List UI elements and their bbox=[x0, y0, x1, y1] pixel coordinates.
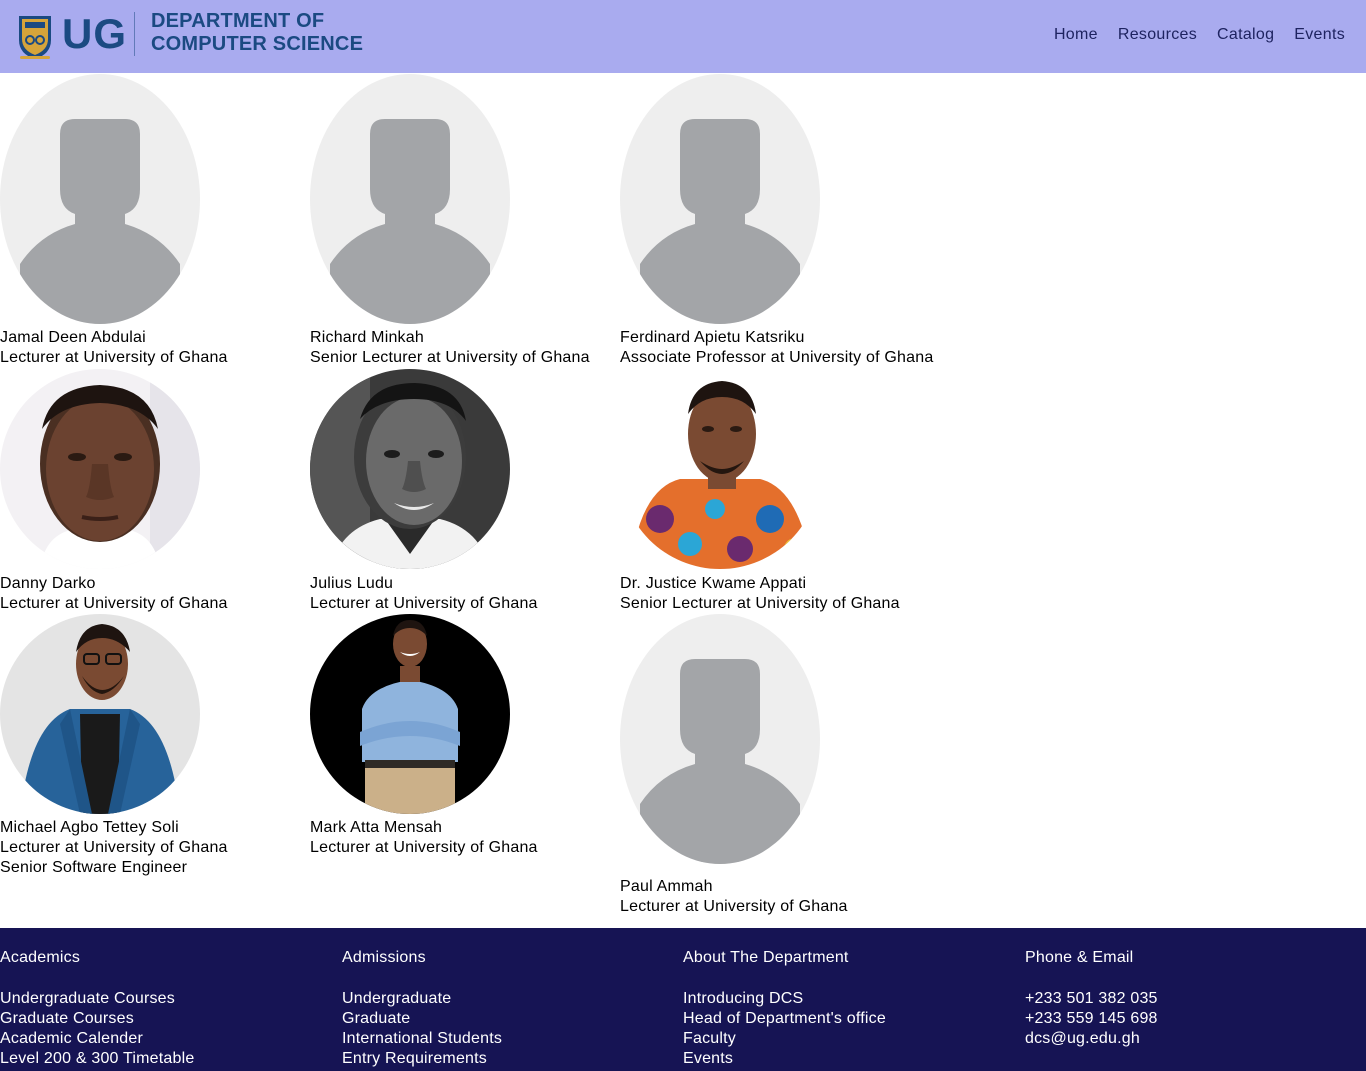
logo-divider bbox=[134, 12, 135, 56]
faculty-photo bbox=[620, 369, 820, 569]
faculty-card: Paul Ammah Lecturer at University of Gha… bbox=[620, 614, 930, 917]
nav-resources[interactable]: Resources bbox=[1118, 26, 1197, 44]
placeholder-avatar-icon bbox=[620, 74, 820, 324]
faculty-role: Lecturer at University of Ghana bbox=[0, 595, 228, 612]
placeholder-avatar-icon bbox=[0, 74, 200, 324]
footer-link-graduate-courses[interactable]: Graduate Courses bbox=[0, 1009, 330, 1029]
faculty-name: Julius Ludu bbox=[310, 575, 394, 592]
faculty-role: Associate Professor at University of Gha… bbox=[620, 349, 934, 366]
dept-line-2: COMPUTER SCIENCE bbox=[151, 33, 364, 55]
footer-link-introducing-dcs[interactable]: Introducing DCS bbox=[683, 989, 1013, 1009]
faculty-name: Michael Agbo Tettey Soli bbox=[0, 819, 179, 836]
footer-admissions: Admissions Undergraduate Graduate Intern… bbox=[342, 948, 672, 1069]
footer-link-undergraduate-courses[interactable]: Undergraduate Courses bbox=[0, 989, 330, 1009]
footer-phone-2: +233 559 145 698 bbox=[1025, 1010, 1158, 1027]
placeholder-avatar-icon bbox=[620, 614, 820, 864]
footer-link-events[interactable]: Events bbox=[683, 1049, 1013, 1069]
site-header: UG DEPARTMENT OF COMPUTER SCIENCE Home R… bbox=[0, 0, 1366, 73]
footer-about-title: About The Department bbox=[683, 949, 849, 966]
nav-catalog[interactable]: Catalog bbox=[1217, 26, 1274, 44]
nav-events[interactable]: Events bbox=[1294, 26, 1345, 44]
main-nav: Home Resources Catalog Events bbox=[1054, 26, 1345, 44]
faculty-card: Julius Ludu Lecturer at University of Gh… bbox=[310, 369, 620, 614]
faculty-role: Senior Lecturer at University of Ghana bbox=[310, 349, 590, 366]
faculty-role: Lecturer at University of Ghana bbox=[310, 595, 538, 612]
faculty-card: Dr. Justice Kwame Appati Senior Lecturer… bbox=[620, 369, 930, 614]
footer-link-international-students[interactable]: International Students bbox=[342, 1029, 672, 1049]
faculty-card: Richard Minkah Senior Lecturer at Univer… bbox=[310, 74, 620, 368]
faculty-photo bbox=[310, 369, 510, 569]
footer-contact: Phone & Email +233 501 382 035 +233 559 … bbox=[1025, 948, 1355, 1049]
footer-admissions-title: Admissions bbox=[342, 949, 426, 966]
placeholder-avatar-icon bbox=[310, 74, 510, 324]
faculty-card: Michael Agbo Tettey Soli Lecturer at Uni… bbox=[0, 614, 310, 878]
faculty-name: Paul Ammah bbox=[620, 878, 713, 895]
faculty-card: Ferdinard Apietu Katsriku Associate Prof… bbox=[620, 74, 934, 368]
faculty-name: Ferdinard Apietu Katsriku bbox=[620, 329, 805, 346]
faculty-name: Jamal Deen Abdulai bbox=[0, 329, 146, 346]
footer-about: About The Department Introducing DCS Hea… bbox=[683, 948, 1013, 1069]
logo-department-name: DEPARTMENT OF COMPUTER SCIENCE bbox=[151, 10, 411, 56]
faculty-card: Jamal Deen Abdulai Lecturer at Universit… bbox=[0, 74, 310, 368]
site-footer: Academics Undergraduate Courses Graduate… bbox=[0, 928, 1366, 1071]
faculty-photo bbox=[0, 614, 200, 814]
faculty-photo bbox=[0, 369, 200, 569]
faculty-name: Mark Atta Mensah bbox=[310, 819, 443, 836]
footer-contact-title: Phone & Email bbox=[1025, 949, 1134, 966]
ug-crest-icon bbox=[19, 16, 51, 59]
footer-link-academic-calender[interactable]: Academic Calender bbox=[0, 1029, 330, 1049]
footer-academics-title: Academics bbox=[0, 949, 81, 966]
faculty-role-secondary: Senior Software Engineer bbox=[0, 859, 188, 876]
faculty-role: Lecturer at University of Ghana bbox=[310, 839, 538, 856]
faculty-name: Richard Minkah bbox=[310, 329, 424, 346]
faculty-card: Mark Atta Mensah Lecturer at University … bbox=[310, 614, 620, 858]
nav-home[interactable]: Home bbox=[1054, 26, 1098, 44]
footer-link-hod-office[interactable]: Head of Department's office bbox=[683, 1009, 1013, 1029]
dept-line-1: DEPARTMENT OF bbox=[151, 10, 325, 32]
site-logo[interactable]: UG DEPARTMENT OF COMPUTER SCIENCE bbox=[16, 10, 363, 62]
faculty-role: Lecturer at University of Ghana bbox=[0, 839, 228, 856]
faculty-role: Lecturer at University of Ghana bbox=[0, 349, 228, 366]
footer-link-timetable[interactable]: Level 200 & 300 Timetable bbox=[0, 1049, 330, 1069]
footer-phone-1: +233 501 382 035 bbox=[1025, 990, 1158, 1007]
faculty-card: Danny Darko Lecturer at University of Gh… bbox=[0, 369, 310, 614]
footer-link-entry-requirements[interactable]: Entry Requirements bbox=[342, 1049, 672, 1069]
footer-academics: Academics Undergraduate Courses Graduate… bbox=[0, 948, 330, 1069]
logo-ug-text: UG bbox=[62, 10, 127, 57]
faculty-role: Lecturer at University of Ghana bbox=[620, 898, 848, 915]
faculty-name: Dr. Justice Kwame Appati bbox=[620, 575, 807, 592]
faculty-photo bbox=[310, 614, 510, 814]
footer-link-undergraduate[interactable]: Undergraduate bbox=[342, 989, 672, 1009]
footer-link-faculty[interactable]: Faculty bbox=[683, 1029, 1013, 1049]
faculty-name: Danny Darko bbox=[0, 575, 96, 592]
footer-link-graduate[interactable]: Graduate bbox=[342, 1009, 672, 1029]
footer-email-link[interactable]: dcs@ug.edu.gh bbox=[1025, 1029, 1355, 1049]
faculty-role: Senior Lecturer at University of Ghana bbox=[620, 595, 900, 612]
